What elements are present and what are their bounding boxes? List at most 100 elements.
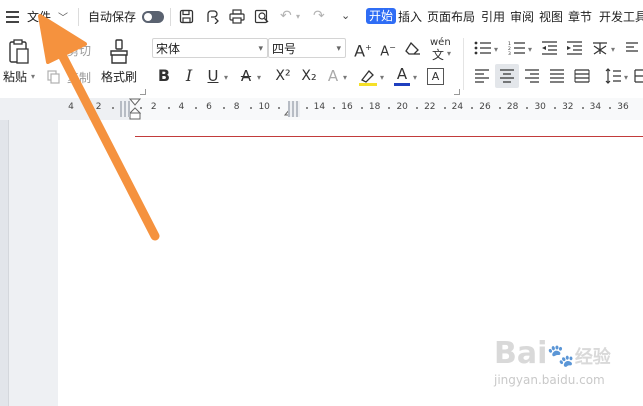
ruler-margin-marker-right [288,101,300,117]
clear-format-icon[interactable] [404,41,422,56]
line-spacing-dropdown-icon[interactable]: ▾ [624,73,628,82]
ruler-tick-dot [498,107,501,109]
text-effect-icon[interactable]: A [325,67,341,85]
chinese-layout-icon[interactable] [591,40,609,56]
font-name-chevron-down-icon[interactable]: ▾ [258,39,263,59]
subscript-icon[interactable]: X₂ [298,67,320,85]
phonetic-dropdown-icon[interactable]: ▾ [447,49,451,58]
ruler-tick-label: 4 [178,102,185,112]
save-icon[interactable] [179,9,194,24]
ruler-tick-label: 28 [506,102,519,112]
text-effect-dropdown-icon[interactable]: ▾ [343,73,347,82]
ruler-tick-label: 14 [313,102,326,112]
distributed-align-icon[interactable] [574,69,590,83]
ruler-tick-dot [526,107,529,109]
autosave-toggle[interactable] [142,11,164,23]
tab-developer[interactable]: 开发工具 [599,9,643,25]
decrease-indent-icon[interactable] [541,41,558,55]
format-painter-icon[interactable] [108,39,130,65]
ruler-tick-label: 30 [534,102,546,112]
align-left-icon[interactable] [474,69,490,83]
superscript-icon[interactable]: X² [272,67,294,85]
tab-insert[interactable]: 插入 [398,9,422,25]
ruler-tick-label: 4 [68,102,74,112]
align-right-icon[interactable] [524,69,540,83]
paste-dropdown-icon[interactable]: ▾ [31,72,35,81]
print-preview-icon[interactable] [254,9,270,24]
justify-icon[interactable] [549,69,565,83]
bold-icon[interactable]: B [156,67,172,85]
underline-icon[interactable]: U [205,67,221,85]
tab-page-layout[interactable]: 页面布局 [427,9,475,25]
tab-chapter[interactable]: 章节 [568,9,592,25]
hamburger-menu-icon[interactable] [6,11,19,23]
strikethrough-dropdown-icon[interactable]: ▾ [257,73,261,82]
copy-icon[interactable] [47,70,60,84]
font-size-value: 四号 [272,42,297,56]
ruler-tick-dot [360,107,363,109]
vertical-ruler[interactable] [0,120,9,406]
share-icon[interactable] [205,9,220,24]
undo-icon[interactable]: ↶ [280,8,292,24]
font-size-select[interactable]: 四号 ▾ [268,38,346,58]
font-name-select[interactable]: 宋体 ▾ [152,38,268,58]
italic-icon[interactable]: I [181,67,197,85]
numbered-list-dropdown-icon[interactable]: ▾ [528,45,532,54]
ruler-tick-dot [471,107,474,109]
line-spacing-icon[interactable] [605,68,622,84]
increase-indent-icon[interactable] [566,41,583,55]
font-color-icon[interactable]: A [394,65,410,86]
ruler-tick-label: 16 [341,102,353,112]
group-separator [463,38,464,90]
font-name-value: 宋体 [156,42,181,56]
strikethrough-icon[interactable]: A [238,67,254,85]
ruler-tick-label: 20 [396,102,408,112]
font-dialog-launcher-icon[interactable] [454,89,460,95]
copy-label[interactable]: 复制 [67,71,91,85]
undo-dropdown-icon[interactable]: ▾ [296,12,300,21]
underline-dropdown-icon[interactable]: ▾ [224,73,228,82]
tab-review[interactable]: 审阅 [510,9,534,25]
ruler-margin-marker-left [120,101,130,117]
chinese-layout-dropdown-icon[interactable]: ▾ [611,45,615,54]
paste-label[interactable]: 粘贴 [3,70,27,84]
show-hide-marks-icon[interactable] [625,41,639,55]
ruler-tick-dot [278,107,280,109]
grow-font-icon[interactable]: A+ [354,39,372,60]
ruler-tick-dot [333,107,336,109]
ruler-tick-label: 32 [562,102,574,112]
char-border-icon[interactable]: A [427,68,444,85]
bullet-list-dropdown-icon[interactable]: ▾ [494,45,498,54]
bullet-list-icon[interactable] [474,41,492,55]
more-chevron-down-icon[interactable]: ⌄ [341,9,350,22]
file-menu-chevron-down-icon[interactable]: ﹀ [58,9,68,24]
shrink-font-icon[interactable]: A− [379,39,397,61]
phonetic-guide-char-icon: 文 [432,48,445,62]
cut-label[interactable]: 剪切 [67,44,91,58]
tab-references[interactable]: 引用 [481,9,505,25]
ruler-tick-label: 2 [150,102,157,112]
print-icon[interactable] [229,9,245,24]
tab-view[interactable]: 视图 [539,9,563,25]
separator [170,8,171,26]
ruler-tick-label: 26 [479,102,491,112]
format-painter-label[interactable]: 格式刷 [101,70,137,84]
highlight-icon[interactable] [358,68,378,86]
redo-icon[interactable]: ↷ [313,8,325,24]
file-menu[interactable]: 文件 [27,9,51,25]
highlight-dropdown-icon[interactable]: ▾ [380,73,384,82]
font-size-chevron-down-icon[interactable]: ▾ [336,39,341,59]
ruler-tick-dot [84,107,87,109]
align-center-button[interactable] [495,64,519,88]
first-line-indent-marker-icon[interactable] [129,98,141,120]
scissors-icon[interactable]: ✂ [46,42,57,60]
numbered-list-icon[interactable]: 1 2 3 [508,41,526,55]
horizontal-ruler[interactable]: 4 2 2 4 6 8 10 14 16 18 20 22 24 26 28 30 32 34 36 [0,98,643,121]
ruler-tick-dot [222,107,225,109]
borders-icon[interactable] [634,69,643,83]
tab-home[interactable]: 开始 [366,8,397,24]
paste-icon[interactable] [7,39,31,65]
font-color-dropdown-icon[interactable]: ▾ [413,73,417,82]
clipboard-dialog-launcher-icon[interactable] [140,89,146,95]
top-toolbar: 文件 ﹀ 自动保存 ↶ ▾ ↷ ⌄ 开始 插入 页面布局 引用 审阅 视图 章节… [0,0,643,34]
